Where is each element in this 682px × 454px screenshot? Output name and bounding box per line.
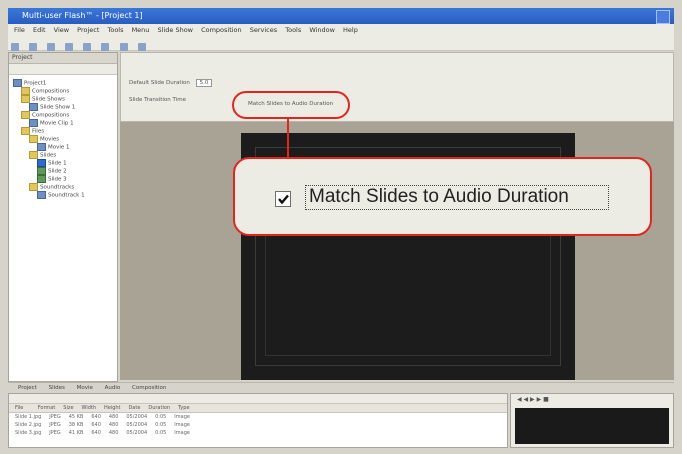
slideshow-icon bbox=[29, 103, 38, 111]
new-icon[interactable] bbox=[11, 43, 19, 51]
menu-slide-show[interactable]: Slide Show bbox=[158, 26, 193, 34]
tree-node[interactable]: Slides bbox=[29, 151, 56, 159]
tree-node[interactable]: Movie Clip 1 bbox=[29, 119, 74, 127]
tree-node[interactable]: Soundtracks bbox=[29, 183, 74, 191]
project-icon bbox=[13, 79, 22, 87]
tab-audio[interactable]: Audio bbox=[105, 385, 121, 391]
zoom-callout: Match Slides to Audio Duration bbox=[233, 157, 652, 236]
tree-node[interactable]: Movies bbox=[29, 135, 59, 143]
transition-label: Slide Transition Time bbox=[129, 97, 186, 103]
tree-node[interactable]: Files bbox=[21, 127, 44, 135]
project-pane: Project Project1 Compositions Slide Show… bbox=[8, 52, 118, 382]
transition-row: Slide Transition Time bbox=[129, 97, 186, 103]
save-icon[interactable] bbox=[47, 43, 56, 51]
menu-view[interactable]: View bbox=[54, 26, 69, 34]
tree-node[interactable]: Slide 3 bbox=[37, 175, 67, 183]
tree-node[interactable]: Compositions bbox=[21, 111, 69, 119]
file-list-panel: File Format Size Width Height Date Durat… bbox=[8, 393, 508, 448]
main-toolbar bbox=[8, 36, 674, 51]
table-row[interactable]: Slide 1.jpg JPEG 45 KB 640 480 05/2004 0… bbox=[9, 413, 507, 421]
tree-node[interactable]: Movie 1 bbox=[37, 143, 70, 151]
menu-file[interactable]: File bbox=[14, 26, 25, 34]
preview-panel: ◀ ◀ ▶ ▶ ■ bbox=[510, 393, 674, 448]
slide-icon bbox=[37, 175, 46, 183]
table-row[interactable]: Slide 3.jpg JPEG 41 KB 640 480 05/2004 0… bbox=[9, 429, 507, 437]
tab-movie[interactable]: Movie bbox=[77, 385, 93, 391]
callout-connector bbox=[287, 119, 289, 159]
tree-node[interactable]: Slide 2 bbox=[37, 167, 67, 175]
tree-node[interactable]: Compositions bbox=[21, 87, 69, 95]
slide-icon bbox=[37, 167, 46, 175]
movie-icon bbox=[37, 143, 46, 151]
open-icon[interactable] bbox=[29, 43, 38, 51]
undo-icon[interactable] bbox=[119, 43, 128, 51]
slideshow-settings-panel: Default Slide Duration 5.0 Slide Transit… bbox=[120, 52, 674, 122]
movie-clip-icon bbox=[29, 119, 38, 127]
project-pane-title: Project bbox=[9, 53, 117, 64]
cut-icon[interactable] bbox=[65, 43, 74, 51]
preview-controls[interactable]: ◀ ◀ ▶ ▶ ■ bbox=[511, 394, 673, 406]
menu-tools[interactable]: Tools bbox=[107, 26, 123, 34]
tree-node[interactable]: Slide Shows bbox=[21, 95, 65, 103]
redo-icon[interactable] bbox=[137, 43, 146, 51]
default-duration-row: Default Slide Duration 5.0 bbox=[129, 79, 213, 87]
menu-bar: File Edit View Project Tools Menu Slide … bbox=[8, 24, 674, 36]
preview-screen bbox=[515, 408, 669, 444]
file-list-toolbar bbox=[9, 394, 507, 404]
app-window: Multi-user Flash™ - [Project 1] File Edi… bbox=[0, 0, 682, 454]
tree-node[interactable]: Slide Show 1 bbox=[29, 103, 75, 111]
folder-icon bbox=[21, 95, 30, 103]
tree-node[interactable]: Soundtrack 1 bbox=[37, 191, 85, 199]
project-pane-toolbar bbox=[9, 64, 117, 75]
focus-rectangle bbox=[305, 185, 609, 210]
folder-icon bbox=[29, 135, 38, 143]
file-list-header: File Format Size Width Height Date Durat… bbox=[9, 404, 507, 413]
folder-icon bbox=[29, 183, 38, 191]
highlight-oval: Match Slides to Audio Duration bbox=[232, 91, 350, 119]
menu-project[interactable]: Project bbox=[77, 26, 99, 34]
menu-help[interactable]: Help bbox=[343, 26, 358, 34]
menu-tools-2[interactable]: Tools bbox=[285, 26, 301, 34]
tab-composition[interactable]: Composition bbox=[132, 385, 166, 391]
tab-project[interactable]: Project bbox=[18, 385, 37, 391]
paste-icon[interactable] bbox=[101, 43, 110, 51]
match-slides-checkbox[interactable] bbox=[275, 191, 291, 207]
folder-icon bbox=[21, 127, 30, 135]
tree-node[interactable]: Project1 bbox=[13, 79, 46, 87]
close-window-button[interactable] bbox=[656, 10, 670, 24]
tab-slides[interactable]: Slides bbox=[49, 385, 65, 391]
checkmark-icon bbox=[278, 194, 289, 205]
mini-checkbox-label[interactable]: Match Slides to Audio Duration bbox=[248, 101, 333, 107]
default-duration-label: Default Slide Duration bbox=[129, 80, 190, 86]
menu-menu[interactable]: Menu bbox=[132, 26, 150, 34]
tree-node[interactable]: Slide 1 bbox=[37, 159, 67, 167]
default-duration-field[interactable]: 5.0 bbox=[195, 79, 213, 87]
menu-services[interactable]: Services bbox=[250, 26, 277, 34]
table-row[interactable]: Slide 2.jpg JPEG 38 KB 640 480 05/2004 0… bbox=[9, 421, 507, 429]
folder-icon bbox=[21, 87, 30, 95]
folder-icon bbox=[29, 151, 38, 159]
copy-icon[interactable] bbox=[83, 43, 92, 51]
title-bar: Multi-user Flash™ - [Project 1] bbox=[8, 8, 674, 24]
folder-icon bbox=[21, 111, 30, 119]
window-title: Multi-user Flash™ - [Project 1] bbox=[22, 11, 143, 20]
soundtrack-icon bbox=[37, 191, 46, 199]
menu-edit[interactable]: Edit bbox=[33, 26, 46, 34]
menu-window[interactable]: Window bbox=[309, 26, 335, 34]
slide-icon bbox=[37, 159, 46, 167]
menu-composition[interactable]: Composition bbox=[201, 26, 242, 34]
